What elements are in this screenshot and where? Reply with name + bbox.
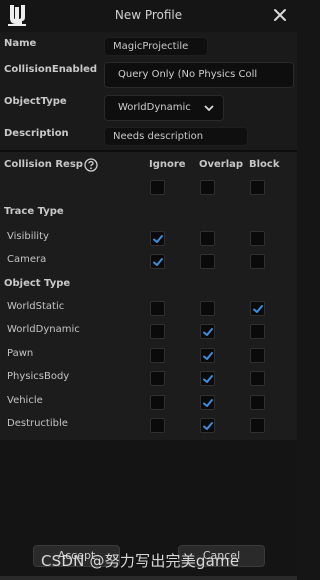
worldstatic-block-checkbox[interactable]: [250, 301, 265, 316]
close-icon[interactable]: [271, 6, 289, 24]
row-label: Vehicle: [7, 394, 43, 406]
physicsbody-block-checkbox[interactable]: [250, 371, 265, 387]
row-label: WorldDynamic: [7, 324, 80, 336]
vehicle-ignore-checkbox[interactable]: [150, 394, 165, 410]
description-input[interactable]: Needs description: [104, 127, 248, 146]
all-ignore-checkbox[interactable]: [150, 180, 165, 195]
visibility-ignore-checkbox[interactable]: [150, 231, 165, 246]
visibility-block-checkbox[interactable]: [250, 231, 265, 246]
row-label: Pawn: [7, 347, 34, 359]
camera-block-checkbox[interactable]: [250, 253, 265, 269]
visibility-overlap-checkbox[interactable]: [200, 231, 215, 246]
name-input[interactable]: MagicProjectile: [104, 37, 208, 56]
object-type-section-label: Object Type: [4, 278, 71, 289]
collision-enabled-dropdown[interactable]: Query Only (No Physics Coll: [104, 62, 294, 88]
pawn-ignore-checkbox[interactable]: [150, 347, 165, 363]
window-title: New Profile: [114, 8, 183, 22]
new-profile-dialog: New Profile Name MagicProjectile Collisi…: [0, 0, 297, 580]
pawn-block-checkbox[interactable]: [250, 347, 265, 363]
column-ignore: Ignore: [149, 159, 186, 170]
worlddynamic-overlap-checkbox[interactable]: [200, 324, 215, 340]
all-block-checkbox[interactable]: [250, 180, 265, 195]
row-label: Destructible: [7, 418, 68, 429]
destructible-overlap-checkbox[interactable]: [200, 418, 215, 433]
physicsbody-overlap-checkbox[interactable]: [200, 371, 215, 387]
column-overlap: Overlap: [199, 159, 244, 170]
physicsbody-ignore-checkbox[interactable]: [150, 371, 165, 387]
worlddynamic-ignore-checkbox[interactable]: [150, 324, 165, 340]
object-type-dropdown[interactable]: WorldDynamic: [104, 95, 224, 121]
collision-response-label: Collision Resp: [4, 159, 83, 170]
row-label: WorldStatic: [7, 301, 65, 312]
column-block: Block: [249, 159, 280, 170]
watermark-text: CSDN @努力写出完美game: [41, 552, 240, 570]
worldstatic-overlap-checkbox[interactable]: [200, 301, 215, 316]
row-label: Visibility: [7, 231, 49, 242]
destructible-block-checkbox[interactable]: [250, 418, 265, 433]
description-label: Description: [4, 128, 69, 139]
bottom-border: [0, 576, 297, 580]
camera-overlap-checkbox[interactable]: [200, 253, 215, 269]
collision-enabled-value: Query Only (No Physics Coll: [118, 69, 258, 80]
collision-enabled-label: CollisionEnabled: [4, 64, 98, 75]
pawn-overlap-checkbox[interactable]: [200, 347, 215, 363]
all-overlap-checkbox[interactable]: [200, 180, 215, 195]
object-type-label: ObjectType: [4, 96, 67, 107]
help-icon[interactable]: [84, 157, 98, 172]
worldstatic-ignore-checkbox[interactable]: [150, 301, 165, 316]
title-bar: New Profile: [0, 0, 297, 32]
chevron-down-icon: [204, 103, 214, 116]
object-type-value: WorldDynamic: [118, 102, 191, 113]
row-label: Camera: [7, 253, 47, 265]
destructible-ignore-checkbox[interactable]: [150, 418, 165, 433]
camera-ignore-checkbox[interactable]: [150, 253, 165, 269]
row-label: PhysicsBody: [7, 371, 70, 383]
worlddynamic-block-checkbox[interactable]: [250, 324, 265, 340]
vehicle-block-checkbox[interactable]: [250, 394, 265, 410]
vehicle-overlap-checkbox[interactable]: [200, 394, 215, 410]
name-label: Name: [4, 38, 37, 49]
trace-type-label: Trace Type: [4, 206, 64, 217]
